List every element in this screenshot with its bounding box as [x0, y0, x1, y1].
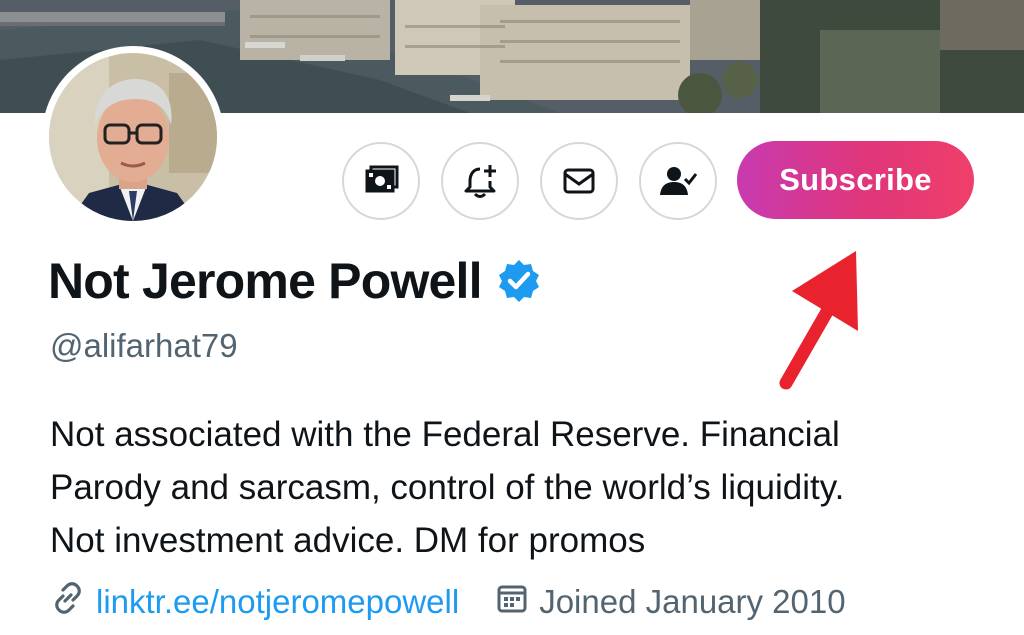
bio-line: Not associated with the Federal Reserve.… — [50, 415, 840, 454]
bio-line: Parody and sarcasm, control of the world… — [50, 468, 845, 507]
subscribe-button[interactable]: Subscribe — [737, 141, 974, 219]
calendar-icon — [495, 581, 529, 623]
money-icon — [361, 161, 401, 201]
tip-button[interactable] — [342, 142, 420, 220]
profile-bio: Not associated with the Federal Reserve.… — [50, 408, 1010, 567]
notify-button[interactable] — [441, 142, 519, 220]
avatar-photo — [49, 53, 217, 221]
verified-badge-icon[interactable] — [496, 258, 542, 304]
person-check-icon — [658, 161, 698, 201]
red-arrow-annotation — [779, 251, 858, 390]
link-icon — [50, 580, 86, 624]
display-name: Not Jerome Powell — [48, 253, 483, 309]
joined-date: Joined January 2010 — [539, 583, 846, 620]
profile-avatar[interactable] — [42, 46, 224, 228]
profile-link[interactable]: linktr.ee/notjeromepowell — [96, 583, 459, 621]
user-handle: @alifarhat79 — [50, 327, 238, 364]
mail-icon — [559, 161, 599, 201]
profile-meta: linktr.ee/notjeromepowell Joined January… — [50, 580, 846, 624]
bell-plus-icon — [460, 161, 500, 201]
message-button[interactable] — [540, 142, 618, 220]
following-button[interactable] — [639, 142, 717, 220]
bio-line: Not investment advice. DM for promos — [50, 521, 646, 560]
profile-name-row: Not Jerome Powell — [48, 252, 542, 310]
